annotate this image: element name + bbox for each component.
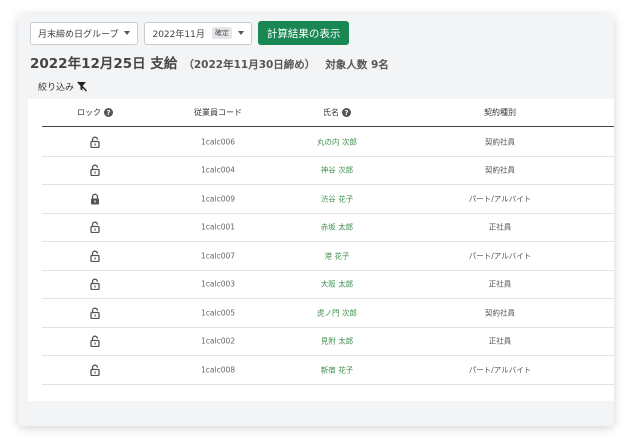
month-select[interactable]: 2022年11月 確定: [144, 21, 252, 45]
lock-open-icon: [90, 250, 100, 262]
app-window: 月末締め日グループ 2022年11月 確定 計算結果の表示 2022年12月25…: [18, 14, 614, 426]
header-code-label: 従業員コード: [194, 108, 242, 117]
table-row: 1calc007 港 花子 パート/アルバイト: [42, 242, 614, 271]
lock-toggle[interactable]: [90, 335, 101, 348]
lock-open-icon: [90, 164, 100, 177]
contract-type: 契約社員: [485, 137, 515, 147]
contract-type: パート/アルバイト: [468, 194, 532, 204]
contract-type: 契約社員: [485, 308, 515, 318]
employee-name-link[interactable]: 神谷 次郎: [321, 165, 353, 176]
confirmed-badge: 確定: [211, 27, 232, 39]
employee-code: 1calc009: [200, 194, 236, 204]
employee-name-link[interactable]: 大阪 太郎: [321, 279, 353, 290]
table-row: 1calc001 赤坂 太郎 正社員: [42, 214, 614, 242]
help-icon[interactable]: ?: [104, 108, 113, 117]
employee-code: 1calc008: [200, 365, 236, 375]
page-title: 2022年12月25日 支給 （2022年11月30日締め） 対象人数 9名: [30, 52, 389, 72]
table-row: 1calc004 神谷 次郎 契約社員: [42, 157, 614, 185]
lock-open-icon: [90, 136, 100, 148]
chevron-down-icon: [124, 31, 131, 35]
employee-code: 1calc002: [200, 336, 236, 346]
employee-table: ロック ? 従業員コード 氏名 ? 契約種別 1calc006 丸の内 次郎 契約社…: [28, 99, 614, 401]
header-name-label: 氏名: [323, 108, 339, 117]
contract-type: パート/アルバイト: [468, 251, 532, 261]
header-contract[interactable]: 契約種別: [484, 107, 516, 118]
employee-code: 1calc006: [200, 137, 236, 147]
lock-toggle[interactable]: [90, 164, 101, 177]
group-select[interactable]: 月末締め日グループ: [30, 21, 139, 45]
show-results-button[interactable]: 計算結果の表示: [257, 21, 350, 45]
header-lock-label: ロック: [77, 108, 101, 117]
payment-date-title: 2022年12月25日 支給: [30, 56, 178, 72]
employee-code: 1calc003: [200, 279, 236, 289]
employee-name-link[interactable]: 渋谷 花子: [321, 193, 353, 204]
lock-closed-icon: [91, 193, 99, 205]
help-icon[interactable]: ?: [342, 108, 351, 117]
lock-open-icon: [90, 364, 100, 376]
lock-toggle[interactable]: [90, 221, 101, 234]
lock-toggle[interactable]: [90, 193, 101, 205]
filter-label: 絞り込み: [38, 83, 75, 93]
employee-name-link[interactable]: 赤坂 太郎: [321, 222, 353, 233]
lock-open-icon: [90, 278, 100, 291]
employee-name-link[interactable]: 虎ノ門 次郎: [317, 307, 357, 318]
lock-toggle[interactable]: [90, 364, 101, 376]
lock-open-icon: [90, 335, 100, 348]
month-select-label: 2022年11月: [152, 29, 205, 40]
closing-date: （2022年11月30日締め）: [183, 59, 316, 71]
table-header: ロック ? 従業員コード 氏名 ? 契約種別: [42, 99, 614, 127]
header-code[interactable]: 従業員コード: [194, 107, 242, 118]
lock-toggle[interactable]: [90, 250, 101, 262]
table-row: 1calc009 渋谷 花子 パート/アルバイト: [42, 185, 614, 214]
contract-type: 正社員: [488, 279, 512, 289]
employee-code: 1calc001: [200, 222, 236, 232]
header-contract-label: 契約種別: [484, 108, 516, 117]
employee-code: 1calc007: [200, 251, 236, 261]
table-row: 1calc008 新宿 花子 パート/アルバイト: [42, 356, 614, 385]
table-row: 1calc006 丸の内 次郎 契約社員: [42, 128, 614, 157]
lock-toggle[interactable]: [90, 307, 101, 319]
contract-type: 正社員: [488, 222, 512, 232]
table-row: 1calc002 見附 太郎 正社員: [42, 328, 614, 356]
lock-toggle[interactable]: [90, 278, 101, 291]
employee-code: 1calc004: [200, 165, 236, 175]
contract-type: パート/アルバイト: [468, 365, 532, 375]
contract-type: 正社員: [488, 336, 512, 346]
employee-name-link[interactable]: 見附 太郎: [321, 336, 353, 347]
employee-name-link[interactable]: 丸の内 次郎: [317, 136, 357, 147]
lock-open-icon: [90, 307, 100, 319]
chevron-down-icon: [237, 31, 244, 35]
lock-open-icon: [90, 221, 100, 234]
target-count: 対象人数 9名: [325, 59, 389, 71]
header-lock[interactable]: ロック ?: [77, 107, 113, 118]
contract-type: 契約社員: [485, 165, 515, 175]
employee-name-link[interactable]: 港 花子: [325, 250, 350, 261]
table-row: 1calc003 大阪 太郎 正社員: [42, 271, 614, 299]
group-select-label: 月末締め日グループ: [38, 29, 119, 40]
header-name[interactable]: 氏名 ?: [323, 107, 351, 118]
filter-toggle[interactable]: 絞り込み: [38, 80, 88, 93]
employee-code: 1calc005: [200, 308, 236, 318]
employee-name-link[interactable]: 新宿 花子: [321, 364, 353, 375]
toolbar: 月末締め日グループ 2022年11月 確定 計算結果の表示: [30, 21, 350, 45]
lock-toggle[interactable]: [90, 136, 101, 148]
table-row: 1calc005 虎ノ門 次郎 契約社員: [42, 299, 614, 328]
filter-clear-icon: [77, 81, 88, 92]
